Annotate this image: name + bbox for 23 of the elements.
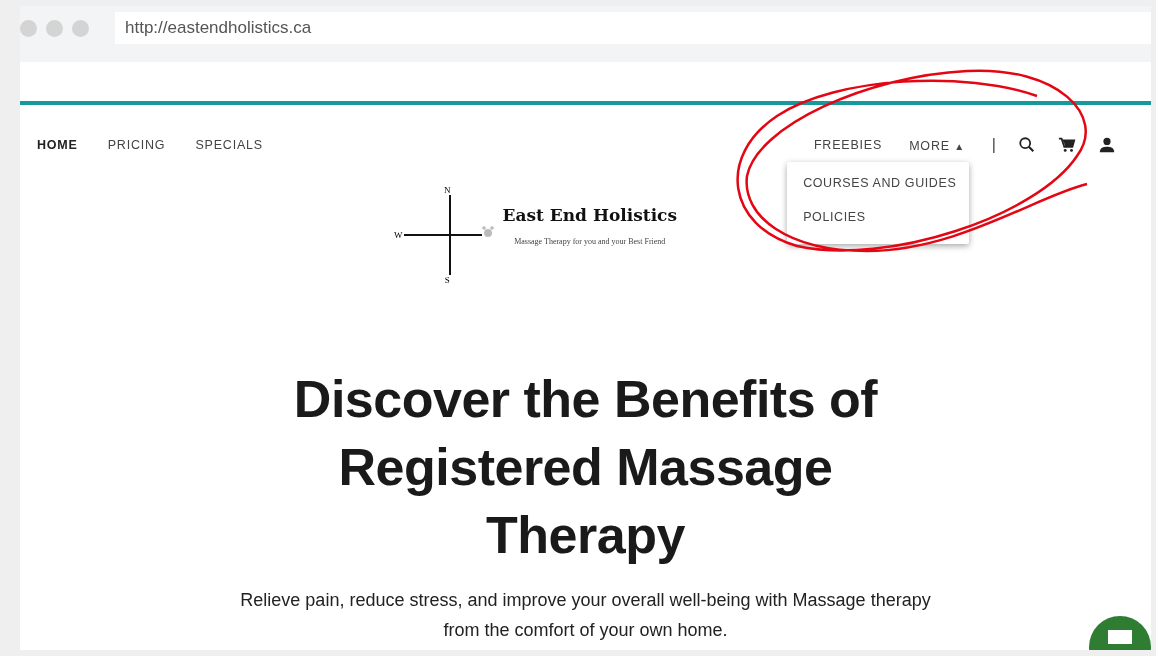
logo-tagline: Massage Therapy for you and your Best Friend [514, 236, 666, 246]
window-dot[interactable] [72, 19, 89, 37]
caret-icon: ▲ [954, 141, 965, 152]
more-menu[interactable]: MORE ▲ [909, 139, 965, 153]
window-dot[interactable] [46, 19, 63, 37]
user-icon[interactable] [1098, 136, 1116, 154]
nav-link[interactable]: PRICING [107, 138, 166, 152]
cart-icon[interactable] [1058, 136, 1076, 154]
compass-letter: W [393, 230, 403, 240]
nav-link[interactable]: FREEBIES [813, 138, 883, 152]
menu-item[interactable]: POLICIES [787, 210, 970, 224]
nav-link[interactable]: HOME [37, 138, 78, 152]
search-icon[interactable] [1018, 136, 1036, 154]
separator: | [991, 136, 996, 154]
compass-letter: N [443, 185, 451, 195]
hero-heading: Discover the Benefits of Registered Massage Therapy [292, 369, 879, 566]
address-field[interactable]: http://eastendholistics.ca [115, 12, 1151, 44]
window-dot[interactable] [20, 19, 37, 37]
logo-title: East End Holistics [502, 204, 678, 225]
hero-text: Relieve pain, reduce stress, and improve your overall well-being with Massage therapy from the comfort of your own home. [239, 589, 932, 642]
nav-link[interactable]: SPECIALS [195, 138, 263, 152]
compass-letter: S [444, 275, 450, 285]
menu-item[interactable]: COURSES AND GUIDES [787, 176, 970, 190]
